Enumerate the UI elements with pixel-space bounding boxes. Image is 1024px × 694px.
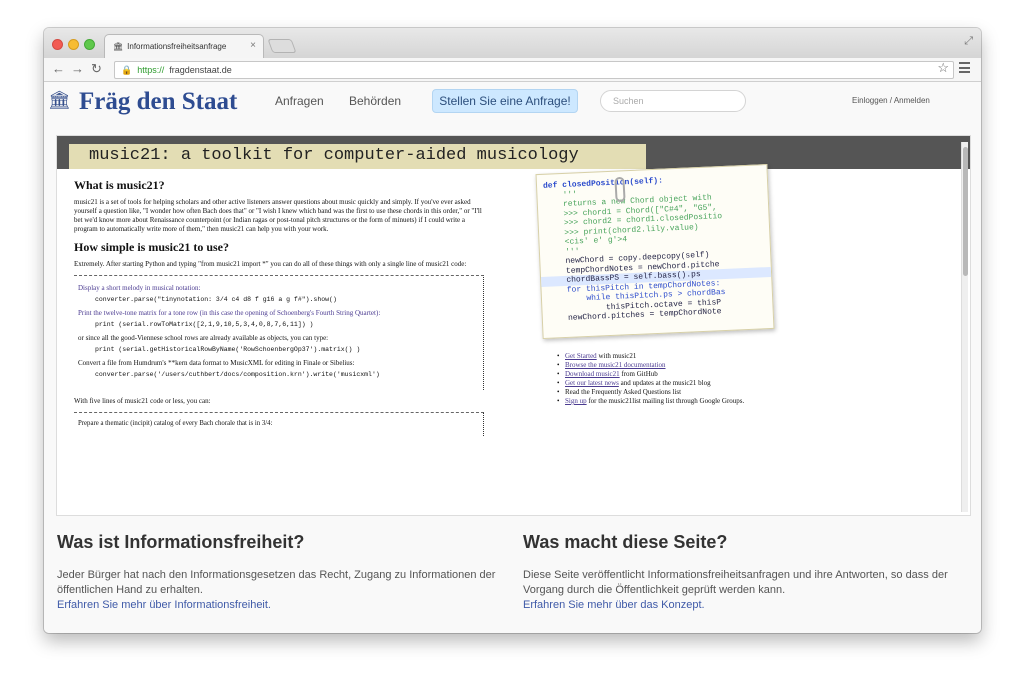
screenshot-background: 🏛 Informationsfreiheitsanfrage × ⤢ ← → ↻… [0,0,1024,694]
code-snippet-card: def closedPosition(self): ''' returns a … [535,164,775,339]
new-tab-button[interactable] [267,39,297,53]
url-scheme: https:// [137,65,165,75]
list-item: Get our latest news and updates at the m… [557,379,797,387]
info-freedom-link[interactable]: Erfahren Sie mehr über Informationsfreih… [57,598,497,613]
new-request-button[interactable]: Stellen Sie eine Anfrage! [432,89,578,113]
nav-behoerden[interactable]: Behörden [349,94,401,108]
nav-anfragen[interactable]: Anfragen [275,94,324,108]
screenshot-scrollbar[interactable] [961,142,968,512]
site-purpose-heading: Was macht diese Seite? [523,532,728,552]
site-header: 🏛 Fräg den Staat Anfragen Behörden Stell… [44,82,981,120]
music21-screenshot: music21: a toolkit for computer-aided mu… [56,135,971,516]
simple-heading: How simple is music21 to use? [74,240,230,254]
scrollbar-thumb[interactable] [963,147,968,276]
lock-icon: 🔒 [121,64,133,75]
building-logo-icon: 🏛 [48,90,71,110]
news-link[interactable]: Get our latest news [565,379,619,387]
site-purpose-link[interactable]: Erfahren Sie mehr über das Konzept. [523,598,963,613]
bookmark-star-icon[interactable]: ☆ [937,60,949,76]
paperclip-icon [614,176,626,203]
browser-toolbar: ← → ↻ 🔒 https:// fragdenstaat.de ☆ [44,58,981,82]
signup-link[interactable]: Sign up [565,397,587,405]
music21-link-list: Get Started with music21 Browse the musi… [557,352,797,406]
prepare-text: Prepare a thematic (incipit) catalog of … [78,420,273,427]
close-tab-icon[interactable]: × [250,40,256,51]
address-bar[interactable]: 🔒 https:// fragdenstaat.de [114,61,954,79]
browser-tab-title: Informationsfreiheitsanfrage [127,42,227,51]
example-text[interactable]: Print the twelve-tone matrix for a tone … [78,309,481,318]
what-text: music21 is a set of tools for helping sc… [74,198,482,233]
back-icon[interactable]: ← [52,62,65,76]
example-text[interactable]: Display a short melody in musical notati… [78,284,481,293]
simple-text: Extremely. After starting Python and typ… [74,260,467,268]
music21-content: What is music21? music21 is a set of too… [74,178,484,436]
download-link[interactable]: Download music21 [565,370,620,378]
menu-icon[interactable] [959,62,970,73]
browser-tab[interactable]: 🏛 Informationsfreiheitsanfrage × [104,34,264,58]
documentation-link[interactable]: Browse the music21 documentation [565,361,666,369]
government-building-icon: 🏛 [113,42,124,51]
minimize-window-button[interactable] [68,39,79,50]
fullscreen-icon[interactable]: ⤢ [964,35,973,48]
examples-box: Display a short melody in musical notati… [74,275,484,390]
music21-title: music21: a toolkit for computer-aided mu… [69,144,646,169]
site-purpose-text: Diese Seite veröffentlicht Informationsf… [523,569,948,596]
example-text: Convert a file from Humdrum's **kern dat… [78,359,355,367]
forward-icon[interactable]: → [71,62,84,76]
tab-bar: 🏛 Informationsfreiheitsanfrage × ⤢ [44,28,981,58]
site-purpose-section: Was macht diese Seite? Diese Seite veröf… [523,532,963,613]
list-item: Read the Frequently Asked Questions list [557,388,797,396]
web-page: 🏛 Fräg den Staat Anfragen Behörden Stell… [44,82,981,633]
after-text: With five lines of music21 code or less,… [74,397,211,405]
maximize-window-button[interactable] [84,39,95,50]
get-started-link[interactable]: Get Started [565,352,597,360]
example-code: converter.parse("tinynotation: 3/4 c4 d8… [95,296,337,303]
info-freedom-heading: Was ist Informationsfreiheit? [57,532,305,552]
site-logo[interactable]: Fräg den Staat [79,88,237,116]
example-code: print (serial.getHistoricalRowByName('Ro… [95,346,361,353]
info-freedom-text: Jeder Bürger hat nach den Informationsge… [57,569,496,596]
prepare-box: Prepare a thematic (incipit) catalog of … [74,412,484,436]
example-code: print (serial.rowToMatrix([2,1,9,10,5,3,… [95,321,314,328]
reload-icon[interactable]: ↻ [91,62,102,76]
list-item: Get Started with music21 [557,352,797,360]
url-host: fragdenstaat.de [169,65,232,75]
list-item: Sign up for the music21list mailing list… [557,397,797,405]
example-text: or since all the good-Viennese school ro… [78,334,329,342]
browser-window: 🏛 Informationsfreiheitsanfrage × ⤢ ← → ↻… [44,28,981,633]
login-link[interactable]: Einloggen / Anmelden [852,96,930,105]
what-heading: What is music21? [74,178,165,192]
search-input[interactable]: Suchen [600,90,746,112]
example-code: converter.parse('/users/cuthbert/docs/co… [95,371,380,378]
list-item: Download music21 from GitHub [557,370,797,378]
info-freedom-section: Was ist Informationsfreiheit? Jeder Bürg… [57,532,497,613]
list-item: Browse the music21 documentation [557,361,797,369]
close-window-button[interactable] [52,39,63,50]
